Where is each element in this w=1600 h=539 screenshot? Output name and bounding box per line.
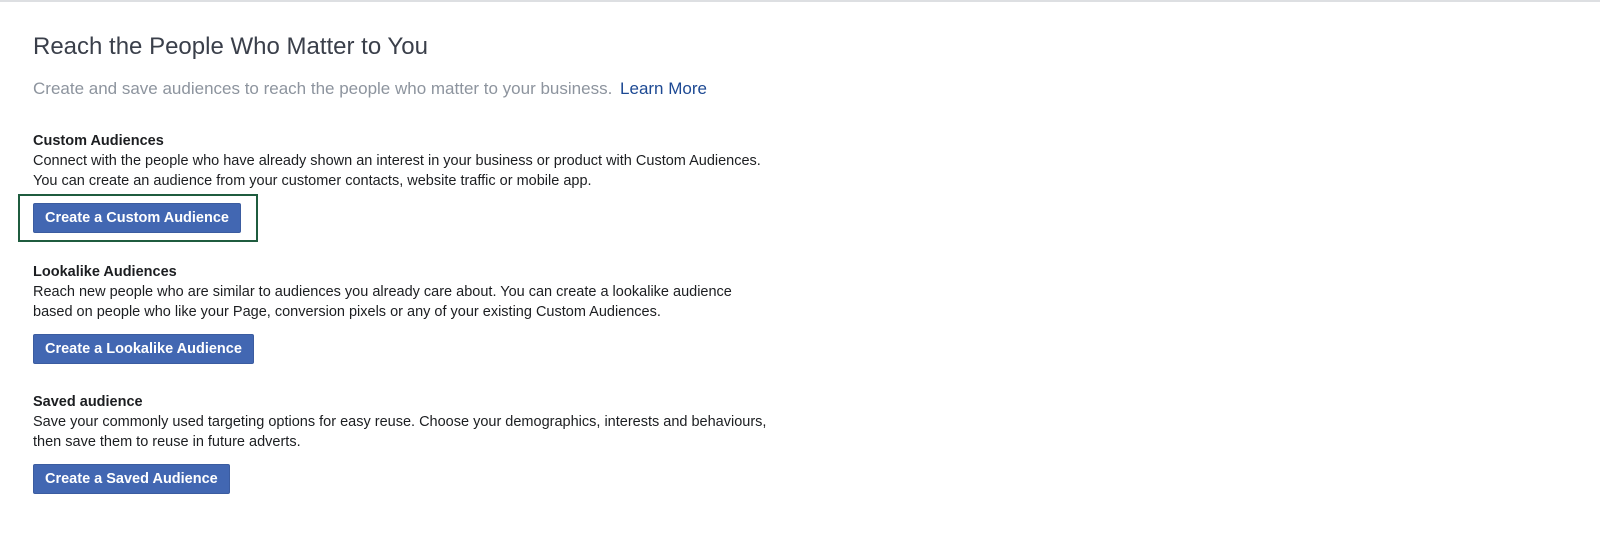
custom-audiences-title: Custom Audiences <box>33 133 164 149</box>
custom-audiences-section: Custom Audiences Connect with the people… <box>18 131 793 242</box>
page-title: Reach the People Who Matter to You <box>33 33 428 60</box>
page-subtitle: Create and save audiences to reach the p… <box>33 79 707 99</box>
saved-audience-section: Saved audience Save your commonly used t… <box>33 392 793 494</box>
lookalike-audiences-description: Reach new people who are similar to audi… <box>33 284 732 320</box>
saved-audience-title: Saved audience <box>33 394 143 410</box>
lookalike-audience-button-wrap: Create a Lookalike Audience <box>33 334 793 364</box>
learn-more-link[interactable]: Learn More <box>620 79 707 98</box>
create-saved-audience-button[interactable]: Create a Saved Audience <box>33 464 230 494</box>
create-custom-audience-button[interactable]: Create a Custom Audience <box>33 203 241 233</box>
custom-audiences-description: Connect with the people who have already… <box>33 153 761 189</box>
saved-audience-description: Save your commonly used targeting option… <box>33 414 767 450</box>
subtitle-text: Create and save audiences to reach the p… <box>33 79 613 98</box>
lookalike-audiences-title: Lookalike Audiences <box>33 264 177 280</box>
custom-audience-button-wrap: Create a Custom Audience <box>18 194 793 242</box>
create-lookalike-audience-button[interactable]: Create a Lookalike Audience <box>33 334 254 364</box>
top-divider <box>0 0 1600 2</box>
lookalike-audiences-section: Lookalike Audiences Reach new people who… <box>33 262 793 364</box>
saved-audience-button-wrap: Create a Saved Audience <box>33 464 793 494</box>
